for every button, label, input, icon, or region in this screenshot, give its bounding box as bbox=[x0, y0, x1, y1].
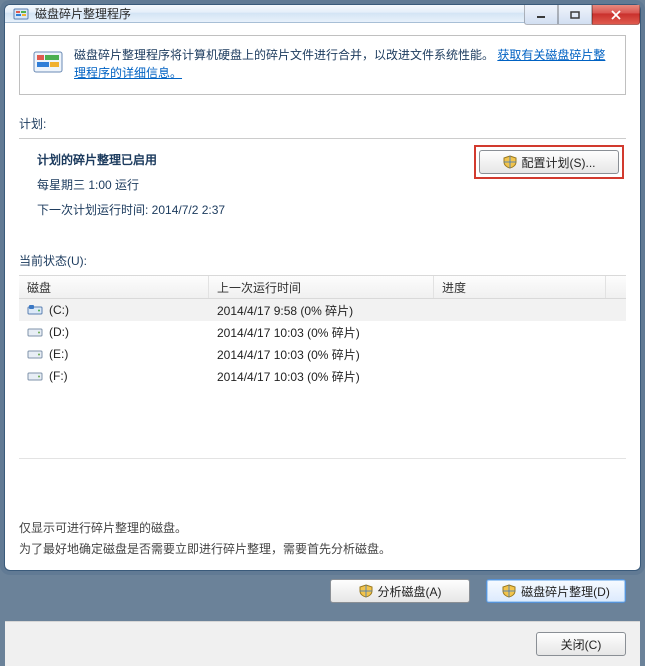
disk-table-header: 磁盘 上一次运行时间 进度 bbox=[19, 275, 626, 299]
configure-schedule-button[interactable]: 配置计划(S)... bbox=[479, 150, 619, 174]
shield-icon bbox=[502, 584, 516, 598]
disk-list[interactable]: (C:) 2014/4/17 9:58 (0% 碎片) (D:) 2014/4/17 … bbox=[19, 299, 626, 459]
last-run-cell: 2014/4/17 10:03 (0% 碎片) bbox=[209, 324, 434, 341]
hint-line-2: 为了最好地确定磁盘是否需要立即进行碎片整理，需要首先分析磁盘。 bbox=[19, 540, 626, 557]
table-row[interactable]: (F:) 2014/4/17 10:03 (0% 碎片) bbox=[19, 365, 626, 387]
window-title: 磁盘碎片整理程序 bbox=[35, 5, 131, 22]
last-run-cell: 2014/4/17 10:03 (0% 碎片) bbox=[209, 346, 434, 363]
drive-icon bbox=[27, 370, 43, 382]
analyze-button-label: 分析磁盘(A) bbox=[378, 583, 442, 600]
defragment-button-label: 磁盘碎片整理(D) bbox=[521, 583, 610, 600]
table-row[interactable]: (D:) 2014/4/17 10:03 (0% 碎片) bbox=[19, 321, 626, 343]
maximize-button[interactable] bbox=[558, 5, 592, 25]
configure-button-label: 配置计划(S)... bbox=[522, 154, 596, 171]
close-button-label: 关闭(C) bbox=[561, 636, 602, 653]
last-run-cell: 2014/4/17 9:58 (0% 碎片) bbox=[209, 302, 434, 319]
defrag-icon bbox=[32, 46, 64, 78]
schedule-area: 计划的碎片整理已启用 每星期三 1:00 运行 下一次计划运行时间: 2014/… bbox=[19, 149, 626, 232]
app-icon bbox=[13, 6, 29, 22]
col-spacer bbox=[606, 276, 626, 298]
table-row[interactable]: (C:) 2014/4/17 9:58 (0% 碎片) bbox=[19, 299, 626, 321]
drive-name: (E:) bbox=[49, 347, 68, 361]
drive-icon bbox=[27, 326, 43, 338]
col-last-run[interactable]: 上一次运行时间 bbox=[209, 276, 434, 298]
col-disk[interactable]: 磁盘 bbox=[19, 276, 209, 298]
description-box: 磁盘碎片整理程序将计算机硬盘上的碎片文件进行合并，以改进文件系统性能。 获取有关… bbox=[19, 35, 626, 95]
drive-icon bbox=[27, 304, 43, 316]
client-area: 磁盘碎片整理程序将计算机硬盘上的碎片文件进行合并，以改进文件系统性能。 获取有关… bbox=[5, 23, 640, 621]
footer: 关闭(C) bbox=[5, 621, 640, 666]
titlebar[interactable]: 磁盘碎片整理程序 bbox=[5, 5, 640, 23]
drive-icon bbox=[27, 348, 43, 360]
drive-name: (D:) bbox=[49, 325, 69, 339]
hint-text: 仅显示可进行碎片整理的磁盘。 为了最好地确定磁盘是否需要立即进行碎片整理，需要首… bbox=[19, 519, 626, 561]
status-label: 当前状态(U): bbox=[19, 252, 626, 269]
window-controls bbox=[524, 5, 640, 25]
drive-name: (F:) bbox=[49, 369, 68, 383]
analyze-button[interactable]: 分析磁盘(A) bbox=[330, 579, 470, 603]
close-button[interactable] bbox=[592, 5, 640, 25]
table-row[interactable]: (E:) 2014/4/17 10:03 (0% 碎片) bbox=[19, 343, 626, 365]
description-text: 磁盘碎片整理程序将计算机硬盘上的碎片文件进行合并，以改进文件系统性能。 获取有关… bbox=[74, 46, 613, 82]
col-progress[interactable]: 进度 bbox=[434, 276, 606, 298]
configure-highlight: 配置计划(S)... bbox=[474, 145, 624, 179]
description-prefix: 磁盘碎片整理程序将计算机硬盘上的碎片文件进行合并，以改进文件系统性能。 bbox=[74, 48, 494, 62]
drive-name: (C:) bbox=[49, 303, 69, 317]
close-dialog-button[interactable]: 关闭(C) bbox=[536, 632, 626, 656]
action-row: 分析磁盘(A) 磁盘碎片整理(D) bbox=[19, 579, 626, 611]
shield-icon bbox=[359, 584, 373, 598]
minimize-button[interactable] bbox=[524, 5, 558, 25]
disk-defragmenter-window: 磁盘碎片整理程序 磁盘碎片整理程序将计算机硬盘上的碎片文件进行合并，以改进文件系… bbox=[4, 4, 641, 571]
schedule-next-run: 下一次计划运行时间: 2014/7/2 2:37 bbox=[37, 201, 620, 218]
defragment-button[interactable]: 磁盘碎片整理(D) bbox=[486, 579, 626, 603]
last-run-cell: 2014/4/17 10:03 (0% 碎片) bbox=[209, 368, 434, 385]
schedule-label: 计划: bbox=[19, 115, 626, 132]
shield-icon bbox=[503, 155, 517, 169]
hint-line-1: 仅显示可进行碎片整理的磁盘。 bbox=[19, 519, 626, 536]
divider bbox=[19, 138, 626, 139]
